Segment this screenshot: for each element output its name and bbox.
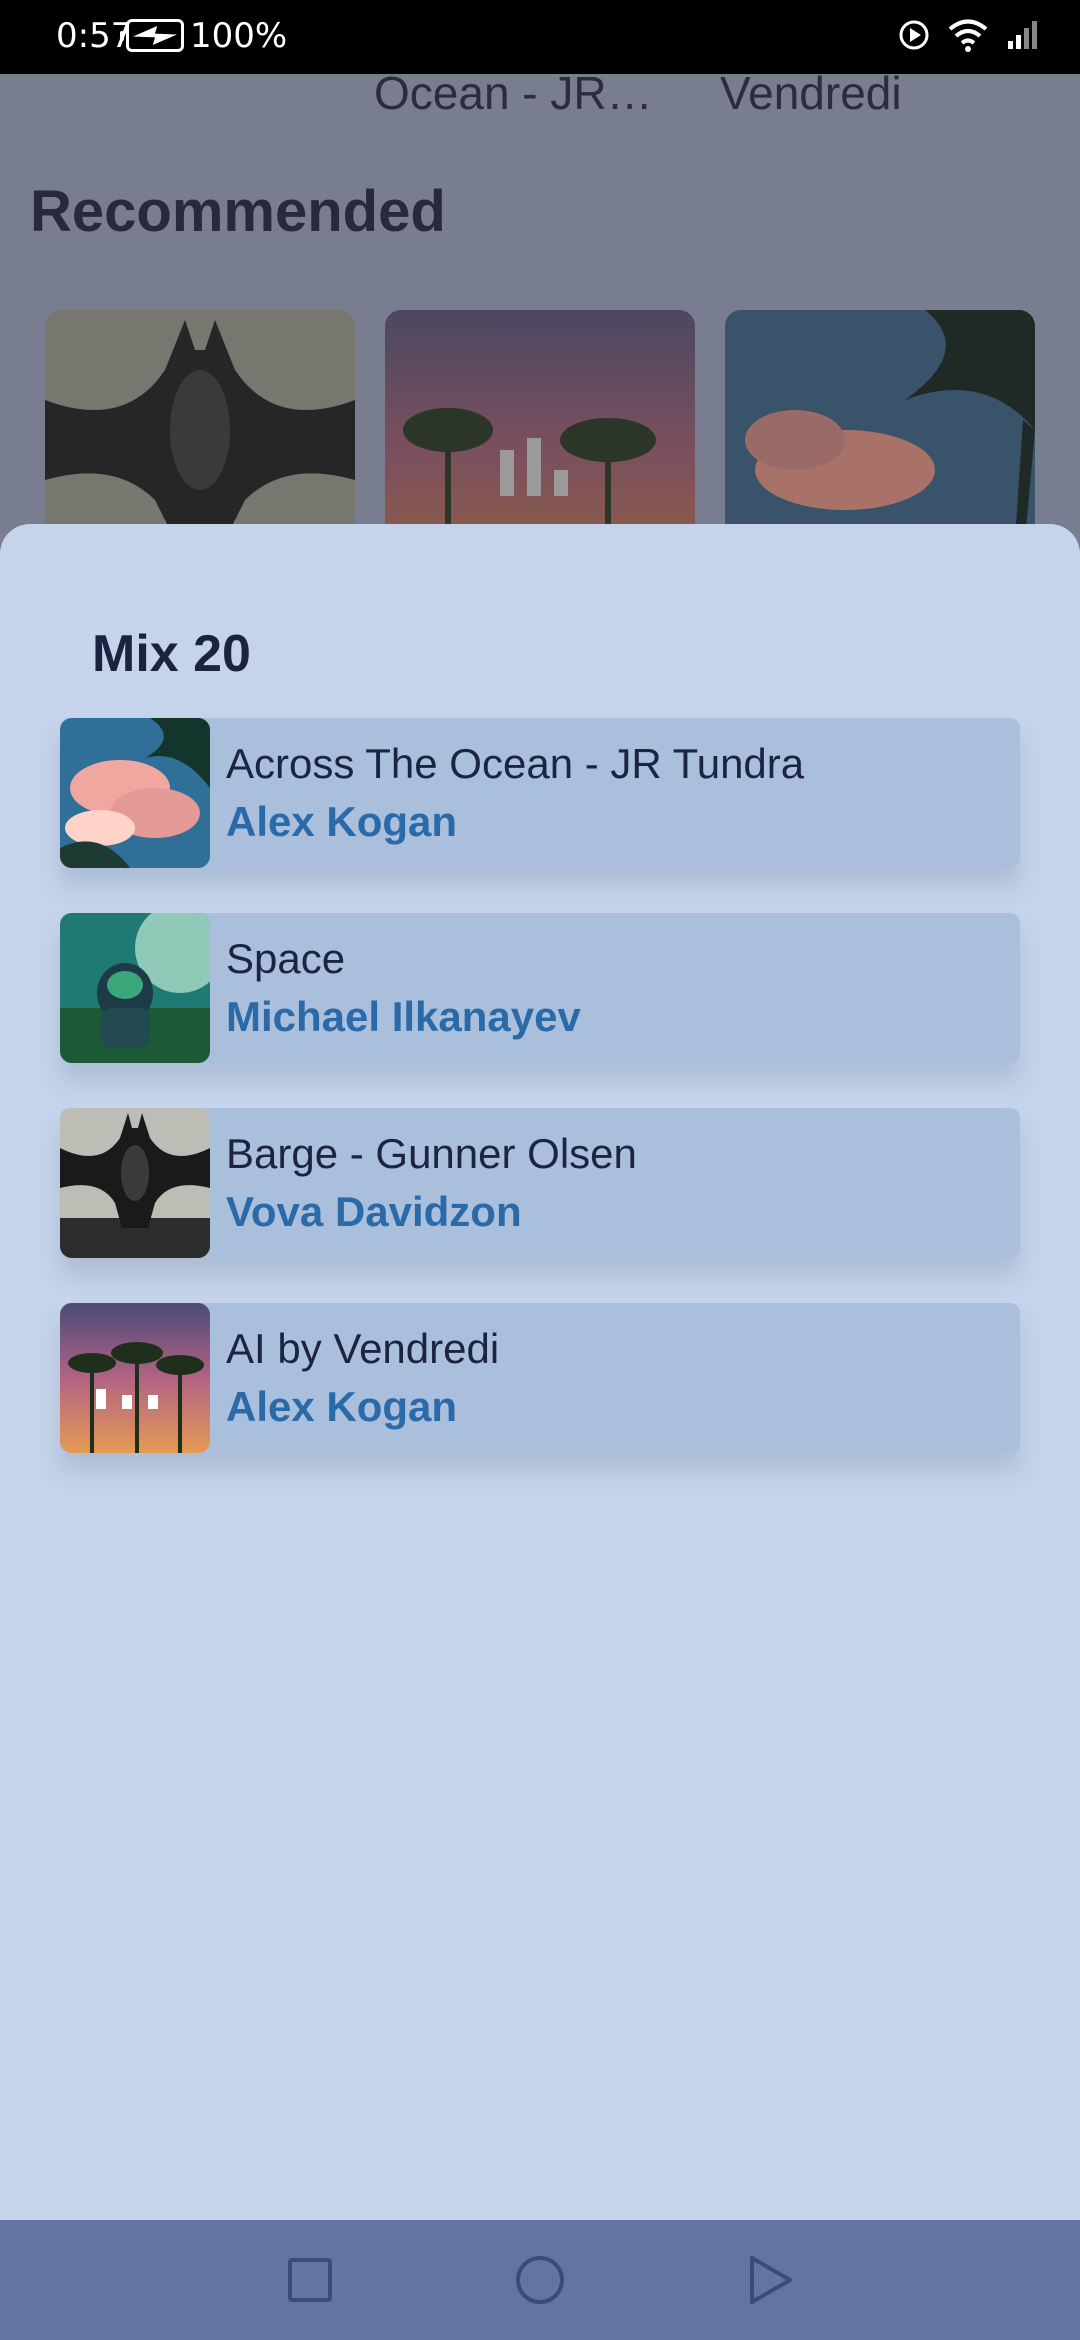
carousel-label-right[interactable]: Vendredi [720, 66, 902, 120]
system-nav-bar [0, 2220, 1080, 2340]
battery-percent: 100% [190, 16, 288, 56]
carousel-label-left[interactable]: Ocean - JR… [374, 66, 653, 120]
recents-square-icon [288, 2258, 332, 2302]
track-artist: Vova Davidzon [226, 1188, 522, 1235]
sunset-palms-art [60, 1303, 210, 1453]
batman-art [60, 1108, 210, 1258]
palm-clouds-art [60, 718, 210, 868]
recommended-card-palms-playing[interactable] [385, 310, 695, 540]
track-artist: Alex Kogan [226, 1383, 458, 1430]
mix-title: Mix 20 [92, 625, 251, 683]
track-artist: Michael Ilkanayev [226, 993, 581, 1040]
track-row[interactable]: Across The Ocean - JR Tundra Alex Kogan [60, 718, 1020, 868]
status-bar: 0:57 100% [0, 0, 1080, 74]
recommended-heading: Recommended [30, 179, 446, 244]
back-button[interactable] [710, 2220, 830, 2340]
track-title: AI by Vendredi [226, 1325, 500, 1372]
mix-bottom-sheet: Mix 20 Across The Ocean - JR Tundra Alex… [0, 524, 1080, 2220]
track-row[interactable]: Barge - Gunner Olsen Vova Davidzon [60, 1108, 1020, 1258]
astronaut-art [60, 913, 210, 1063]
recommended-card-batman[interactable] [45, 310, 355, 540]
background-home-page: Ocean - JR… Vendredi Recommended [0, 67, 1080, 540]
cell-signal-icon [1008, 21, 1037, 49]
home-circle-icon [516, 2256, 564, 2304]
status-icons [898, 18, 1040, 52]
media-playing-icon [899, 20, 929, 50]
back-triangle-icon [750, 2256, 792, 2304]
track-row[interactable]: Space Michael Ilkanayev [60, 913, 1020, 1063]
track-row[interactable]: AI by Vendredi Alex Kogan [60, 1303, 1020, 1453]
recents-button[interactable] [250, 2220, 370, 2340]
track-title: Across The Ocean - JR Tundra [226, 740, 805, 787]
wifi-icon [948, 19, 988, 52]
recommended-card-palm-clouds[interactable] [725, 310, 1035, 540]
battery-charging-icon [120, 19, 184, 52]
track-title: Space [226, 935, 346, 982]
track-artist: Alex Kogan [226, 798, 458, 845]
home-button[interactable] [480, 2220, 600, 2340]
track-title: Barge - Gunner Olsen [226, 1130, 637, 1177]
